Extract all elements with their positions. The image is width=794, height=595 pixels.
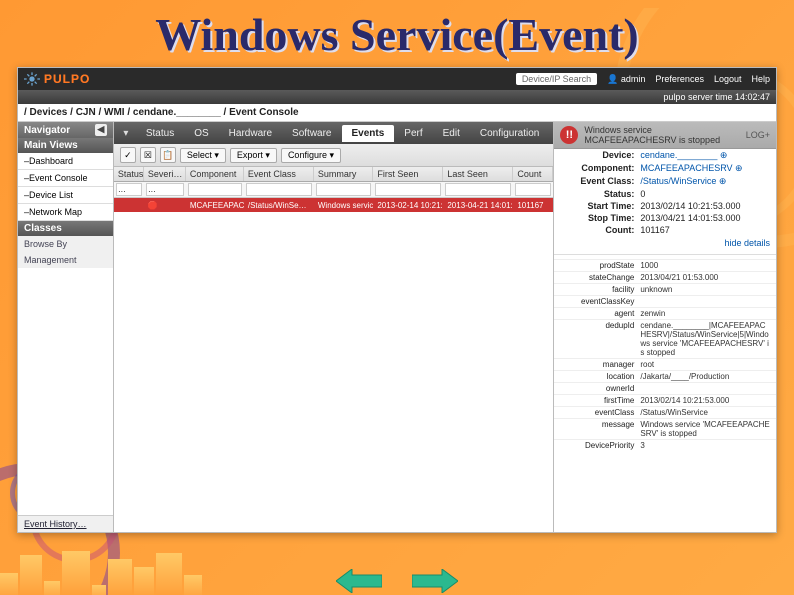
chevron-down-icon[interactable]: ▾ [118, 128, 134, 139]
detail-log-toggle[interactable]: LOG+ [746, 130, 770, 140]
tab-software[interactable]: Software [282, 125, 341, 142]
sidebar: Navigator ◀ Main Views –Dashboard –Event… [18, 122, 114, 532]
logout-link[interactable]: Logout [714, 74, 742, 84]
search-input[interactable]: Device/IP Search [516, 73, 597, 85]
severity-critical-icon: 🛑 [144, 201, 186, 210]
detail-field: Count:101167 [554, 224, 776, 236]
detail-panel: !! Windows service MCAFEEAPACHESRV is st… [554, 122, 776, 532]
next-arrow[interactable] [412, 569, 458, 593]
grid-header: Status Severi… Component Event Class Sum… [114, 167, 554, 182]
detail-subfield: eventClassKey [554, 295, 776, 307]
tab-os[interactable]: OS [184, 125, 218, 142]
detail-field: Component:MCAFEEAPACHESRV ⊕ [554, 162, 776, 175]
sidebar-item-device-list[interactable]: –Device List [18, 187, 113, 204]
detail-subfield: location/Jakarta/____/Production [554, 370, 776, 382]
help-link[interactable]: Help [751, 74, 770, 84]
configure-menu[interactable]: Configure ▾ [281, 148, 341, 163]
classes-header: Classes [18, 221, 113, 236]
filter-status[interactable] [116, 183, 142, 196]
reopen-button[interactable]: 📋 [160, 147, 176, 163]
detail-subfield: dedupIdcendane.________|MCAFEEAPACHESRV|… [554, 319, 776, 358]
grid-body: 🛑 MCAFEEAPAC… /Status/WinSe… Windows ser… [114, 198, 554, 532]
slide-navigation [336, 569, 458, 593]
filter-severity[interactable] [146, 183, 184, 196]
detail-subfield: messageWindows service 'MCAFEEAPACHESRV'… [554, 418, 776, 439]
gear-icon [24, 71, 40, 87]
topbar: PULPO Device/IP Search 👤 admin Preferenc… [18, 68, 776, 90]
detail-field: Device:cendane.________ ⊕ [554, 149, 776, 162]
tab-events[interactable]: Events [342, 125, 395, 142]
detail-subfield: facilityunknown [554, 283, 776, 295]
detail-field: Event Class:/Status/WinService ⊕ [554, 175, 776, 188]
toolbar: ✓ ☒ 📋 Select ▾ Export ▾ Configure ▾ [114, 144, 554, 167]
filter-firstseen[interactable] [375, 183, 441, 196]
sidebar-item-dashboard[interactable]: –Dashboard [18, 153, 113, 170]
management-link[interactable]: Management [18, 252, 113, 268]
prev-arrow[interactable] [336, 569, 382, 593]
event-row[interactable]: 🛑 MCAFEEAPAC… /Status/WinSe… Windows ser… [114, 198, 554, 212]
severity-badge-icon: !! [560, 126, 578, 144]
select-menu[interactable]: Select ▾ [180, 148, 226, 163]
center-panel: ▾ StatusOSHardwareSoftwareEventsPerfEdit… [114, 122, 555, 532]
browse-by-link[interactable]: Browse By [18, 236, 113, 252]
detail-summary: Windows service MCAFEEAPACHESRV is stopp… [584, 125, 739, 145]
detail-subfield: eventClass/Status/WinService [554, 406, 776, 418]
sidebar-item-network-map[interactable]: –Network Map [18, 204, 113, 221]
tab-bar: ▾ StatusOSHardwareSoftwareEventsPerfEdit… [114, 122, 554, 144]
ribbon-bar: pulpo server time 14:02:47 [18, 90, 776, 104]
filter-lastseen[interactable] [445, 183, 511, 196]
user-link[interactable]: 👤 admin [607, 74, 645, 85]
server-time: pulpo server time 14:02:47 [663, 92, 770, 102]
detail-field: Start Time:2013/02/14 10:21:53.000 [554, 200, 776, 212]
detail-subfield: managerroot [554, 358, 776, 370]
close-button[interactable]: ☒ [140, 147, 156, 163]
detail-header: !! Windows service MCAFEEAPACHESRV is st… [554, 122, 776, 149]
breadcrumb[interactable]: / Devices / CJN / WMI / cendane.________… [18, 104, 776, 122]
filter-component[interactable] [188, 183, 242, 196]
tab-status[interactable]: Status [136, 125, 184, 142]
main-views-header: Main Views [18, 138, 113, 153]
tab-edit[interactable]: Edit [433, 125, 470, 142]
navigator-header: Navigator ◀ [18, 122, 113, 138]
detail-field: Stop Time:2013/04/21 14:01:53.000 [554, 212, 776, 224]
export-menu[interactable]: Export ▾ [230, 148, 277, 163]
tab-configuration[interactable]: Configuration [470, 125, 549, 142]
detail-subfield: ownerId [554, 382, 776, 394]
detail-subfield: firstTime2013/02/14 10:21:53.000 [554, 394, 776, 406]
slide-title: Windows Service(Event) [0, 8, 794, 61]
detail-subfield: stateChange2013/04/21 01:53.000 [554, 271, 776, 283]
app-window: PULPO Device/IP Search 👤 admin Preferenc… [17, 67, 777, 533]
preferences-link[interactable]: Preferences [655, 74, 704, 84]
detail-field: Status:0 [554, 188, 776, 200]
ack-button[interactable]: ✓ [120, 147, 136, 163]
tab-perf[interactable]: Perf [394, 125, 432, 142]
collapse-icon[interactable]: ◀ [95, 124, 107, 136]
brand-logo: PULPO [44, 72, 90, 86]
detail-subfield: prodState1000 [554, 259, 776, 271]
filter-row [114, 182, 554, 198]
sidebar-item-event-console[interactable]: –Event Console [18, 170, 113, 187]
detail-subfield: agentzenwin [554, 307, 776, 319]
hide-details-link[interactable]: hide details [554, 236, 776, 250]
filter-summary[interactable] [316, 183, 372, 196]
event-history-link[interactable]: Event History… [18, 515, 113, 532]
tab-hardware[interactable]: Hardware [219, 125, 282, 142]
detail-subfield: DevicePriority3 [554, 439, 776, 451]
filter-count[interactable] [515, 183, 551, 196]
filter-eventclass[interactable] [246, 183, 312, 196]
